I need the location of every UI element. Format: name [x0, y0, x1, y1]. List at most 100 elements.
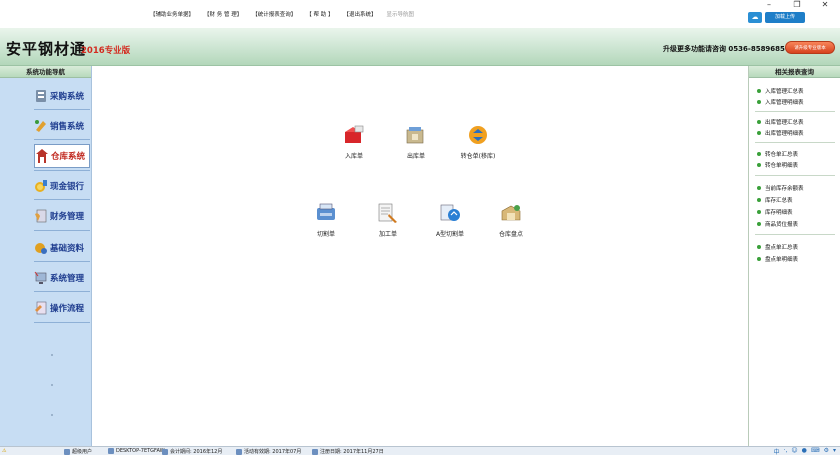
a-cutting-icon: [440, 204, 460, 221]
main-menu: 【辅助业务单据】 【财 务 管 理】 【统计报表查询】 【 帮 助 】 【退出系…: [150, 10, 414, 18]
sidebar-item-warehouse[interactable]: 仓库系统: [34, 144, 90, 168]
report-divider: [755, 111, 835, 112]
bullet-icon: [757, 89, 761, 93]
cutting-icon: [317, 203, 335, 220]
nav-divider: [34, 261, 90, 262]
report-link[interactable]: 出库管理明细表: [757, 129, 804, 137]
sidebar-item-workflow[interactable]: 操作流程: [34, 296, 90, 320]
report-link[interactable]: 转仓单明细表: [757, 161, 798, 169]
report-link[interactable]: 库存汇总表: [757, 196, 793, 204]
nav-divider: [34, 199, 90, 200]
sidebar-item-cash-bank[interactable]: 现金银行: [34, 174, 90, 198]
report-link[interactable]: 盘点单明细表: [757, 255, 798, 263]
module-label: 加工单: [378, 231, 397, 238]
sidebar-item-finance[interactable]: 财务管理: [34, 204, 90, 228]
menu-finance[interactable]: 【财 务 管 理】: [204, 10, 242, 18]
window-controls: – ❐ ✕: [762, 0, 832, 9]
bullet-icon: [757, 163, 761, 167]
maximize-button[interactable]: ❐: [790, 0, 804, 9]
module-processing[interactable]: 加工单: [358, 202, 418, 238]
report-link[interactable]: 盘点单汇总表: [757, 243, 798, 251]
report-link[interactable]: 出库管理汇总表: [757, 118, 804, 126]
cloud-upload[interactable]: ☁ 加载上传: [748, 12, 805, 23]
basic-data-icon: [34, 240, 48, 256]
sidebar-item-label: 采购系统: [50, 92, 85, 102]
report-link[interactable]: 当前库存余额表: [757, 184, 804, 192]
decor-dot: [51, 414, 53, 416]
app-edition: 2016专业版: [81, 46, 131, 56]
bullet-icon: [757, 210, 761, 214]
module-a-cutting[interactable]: A型切割单: [420, 202, 480, 238]
app-header: 安平钢材通 2016专业版 升级更多功能请咨询 0536-8589685 请升级…: [0, 28, 840, 66]
bullet-icon: [757, 120, 761, 124]
bullet-icon: [757, 245, 761, 249]
sidebar-item-label: 现金银行: [50, 182, 85, 192]
main-workspace: 入库单 出库单 转仓单(移库) 切割单 加工单 A型切割单 仓库盘点: [92, 66, 748, 446]
upgrade-contact-text: 升级更多功能请咨询 0536-8589685: [663, 45, 785, 53]
report-link[interactable]: 入库管理明细表: [757, 98, 804, 106]
report-panel-title: 相关报表查询: [749, 66, 840, 78]
purchase-icon: [34, 88, 48, 104]
menu-help[interactable]: 【 帮 助 】: [306, 10, 333, 18]
minimize-button[interactable]: –: [762, 0, 776, 9]
status-computer: DESKTOP-7ETGFAW: [108, 448, 165, 454]
report-divider: [755, 175, 835, 176]
upgrade-pro-button[interactable]: 请升级专业版本: [785, 41, 835, 54]
module-label: 出库单: [406, 153, 425, 160]
menu-aux-documents[interactable]: 【辅助业务单据】: [150, 10, 194, 18]
menu-show-nav-map[interactable]: 显示导航图: [387, 10, 415, 18]
bullet-icon: [757, 222, 761, 226]
sidebar-item-label: 操作流程: [50, 304, 85, 314]
module-inbound[interactable]: 入库单: [324, 124, 384, 160]
status-user: 超级用户: [64, 448, 92, 455]
module-cutting[interactable]: 切割单: [296, 202, 356, 238]
module-label: 仓库盘点: [498, 231, 523, 238]
sidebar-item-label: 基础资料: [50, 244, 85, 254]
sidebar-item-basic-data[interactable]: 基础资料: [34, 236, 90, 260]
cloud-icon: ☁: [748, 12, 762, 23]
processing-icon: [378, 203, 397, 223]
module-transfer[interactable]: 转仓单(移库): [448, 124, 508, 160]
report-link[interactable]: 库存明细表: [757, 208, 793, 216]
computer-icon: [108, 448, 114, 454]
close-button[interactable]: ✕: [818, 0, 832, 9]
module-label: A型切割单: [435, 231, 465, 238]
report-panel: 相关报表查询 入库管理汇总表 入库管理明细表 出库管理汇总表 出库管理明细表 转…: [748, 66, 840, 446]
warehouse-icon: [35, 148, 49, 164]
decor-dot: [51, 354, 53, 356]
system-admin-icon: [34, 270, 48, 286]
sidebar-title: 系统功能导航: [0, 66, 91, 78]
sales-icon: [34, 118, 48, 134]
bullet-icon: [757, 131, 761, 135]
bullet-icon: [757, 198, 761, 202]
module-inventory-check[interactable]: 仓库盘点: [481, 202, 541, 238]
bullet-icon: [757, 100, 761, 104]
bullet-icon: [757, 257, 761, 261]
menu-reports[interactable]: 【统计报表查询】: [252, 10, 296, 18]
cloud-upload-button[interactable]: 加载上传: [765, 12, 805, 23]
sidebar-item-label: 系统管理: [50, 274, 85, 284]
sidebar-item-system-admin[interactable]: 系统管理: [34, 266, 90, 290]
menu-exit[interactable]: 【退出系统】: [344, 10, 377, 18]
module-label: 切割单: [316, 231, 335, 238]
sidebar-item-label: 财务管理: [50, 212, 85, 222]
module-label: 转仓单(移库): [460, 153, 496, 160]
report-divider: [755, 142, 835, 143]
app-title: 安平钢材通: [6, 40, 87, 58]
bullet-icon: [757, 186, 761, 190]
top-menu-bar: 【辅助业务单据】 【财 务 管 理】 【统计报表查询】 【 帮 助 】 【退出系…: [0, 0, 840, 28]
calendar-icon: [312, 448, 318, 455]
transfer-icon: [469, 126, 487, 144]
report-link[interactable]: 入库管理汇总表: [757, 87, 804, 95]
sidebar-item-label: 销售系统: [50, 122, 85, 132]
sidebar-item-purchase[interactable]: 采购系统: [34, 84, 90, 108]
decor-dot: [51, 384, 53, 386]
report-link[interactable]: 转仓单汇总表: [757, 150, 798, 158]
module-label: 入库单: [344, 153, 363, 160]
report-link[interactable]: 商品货位报表: [757, 220, 798, 228]
sidebar-item-sales[interactable]: 销售系统: [34, 114, 90, 138]
module-outbound[interactable]: 出库单: [386, 124, 446, 160]
outbound-icon: [406, 127, 424, 144]
bullet-icon: [757, 152, 761, 156]
calendar-icon: [162, 448, 168, 455]
